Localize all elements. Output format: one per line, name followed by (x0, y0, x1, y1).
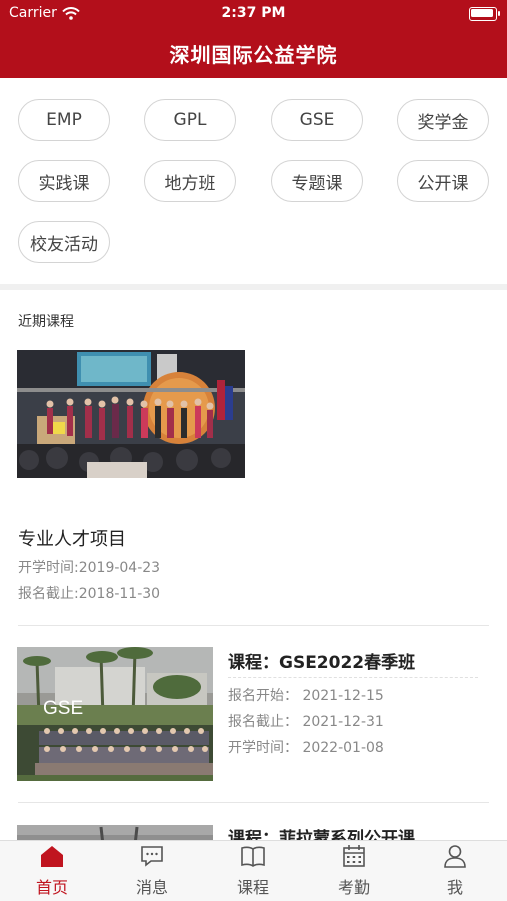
calendar-icon (343, 845, 365, 867)
bottom-tab-bar: 首页 消息 课程 考勤 我 (0, 840, 507, 901)
tab-courses[interactable]: 课程 (203, 841, 303, 901)
tab-home[interactable]: 首页 (2, 841, 102, 901)
tag-alumni[interactable]: 校友活动 (18, 221, 110, 263)
tab-label: 首页 (35, 878, 68, 897)
section-divider (0, 284, 507, 290)
tag-scholarship[interactable]: 奖学金 (397, 99, 489, 141)
category-tags: EMP GPL GSE 奖学金 实践课 地方班 专题课 公开课 校友活动 (0, 78, 507, 284)
course-image-label: GSE (43, 698, 84, 719)
tab-label: 我 (446, 878, 463, 897)
featured-course-name[interactable]: 专业人才项目 (18, 525, 126, 551)
page-title: 深圳国际公益学院 (169, 43, 338, 67)
tag-practice[interactable]: 实践课 (18, 160, 110, 202)
tab-label: 考勤 (337, 878, 370, 897)
status-time: 2:37 PM (221, 5, 286, 21)
list-divider (18, 802, 489, 803)
tag-gse[interactable]: GSE (271, 99, 363, 141)
course-title[interactable]: 课程：GSE2022春季班 (228, 648, 415, 673)
featured-start-date: 开学时间:2019-04-23 (18, 560, 161, 576)
book-icon (241, 846, 265, 867)
tag-special[interactable]: 专题课 (271, 160, 363, 202)
tab-messages[interactable]: 消息 (102, 841, 202, 901)
tab-attendance[interactable]: 考勤 (304, 841, 404, 901)
course-image-gse[interactable]: GSE (17, 647, 213, 781)
tab-label: 消息 (135, 878, 168, 897)
app-header: Carrier 2:37 PM 深圳国际公益学院 (0, 0, 507, 78)
user-icon (444, 845, 466, 868)
course-reg-start: 报名开始： 2021-12-15 (228, 688, 384, 704)
message-icon (141, 846, 163, 867)
course-school-start: 开学时间： 2022-01-08 (228, 740, 384, 756)
section-title: 近期课程 (18, 314, 74, 330)
tag-gpl[interactable]: GPL (144, 99, 236, 141)
featured-deadline: 报名截止:2018-11-30 (18, 586, 161, 602)
course-reg-end: 报名截止： 2021-12-31 (228, 714, 384, 730)
home-icon (41, 846, 63, 867)
tab-me[interactable]: 我 (405, 841, 505, 901)
list-divider (18, 625, 489, 626)
battery-icon (469, 7, 500, 21)
tab-label: 课程 (236, 878, 269, 897)
featured-course-image[interactable] (17, 350, 245, 478)
title-dash-divider (228, 677, 478, 678)
tag-emp[interactable]: EMP (18, 99, 110, 141)
tag-open[interactable]: 公开课 (397, 160, 489, 202)
tag-regional[interactable]: 地方班 (144, 160, 236, 202)
status-bar: Carrier 2:37 PM (0, 0, 507, 28)
